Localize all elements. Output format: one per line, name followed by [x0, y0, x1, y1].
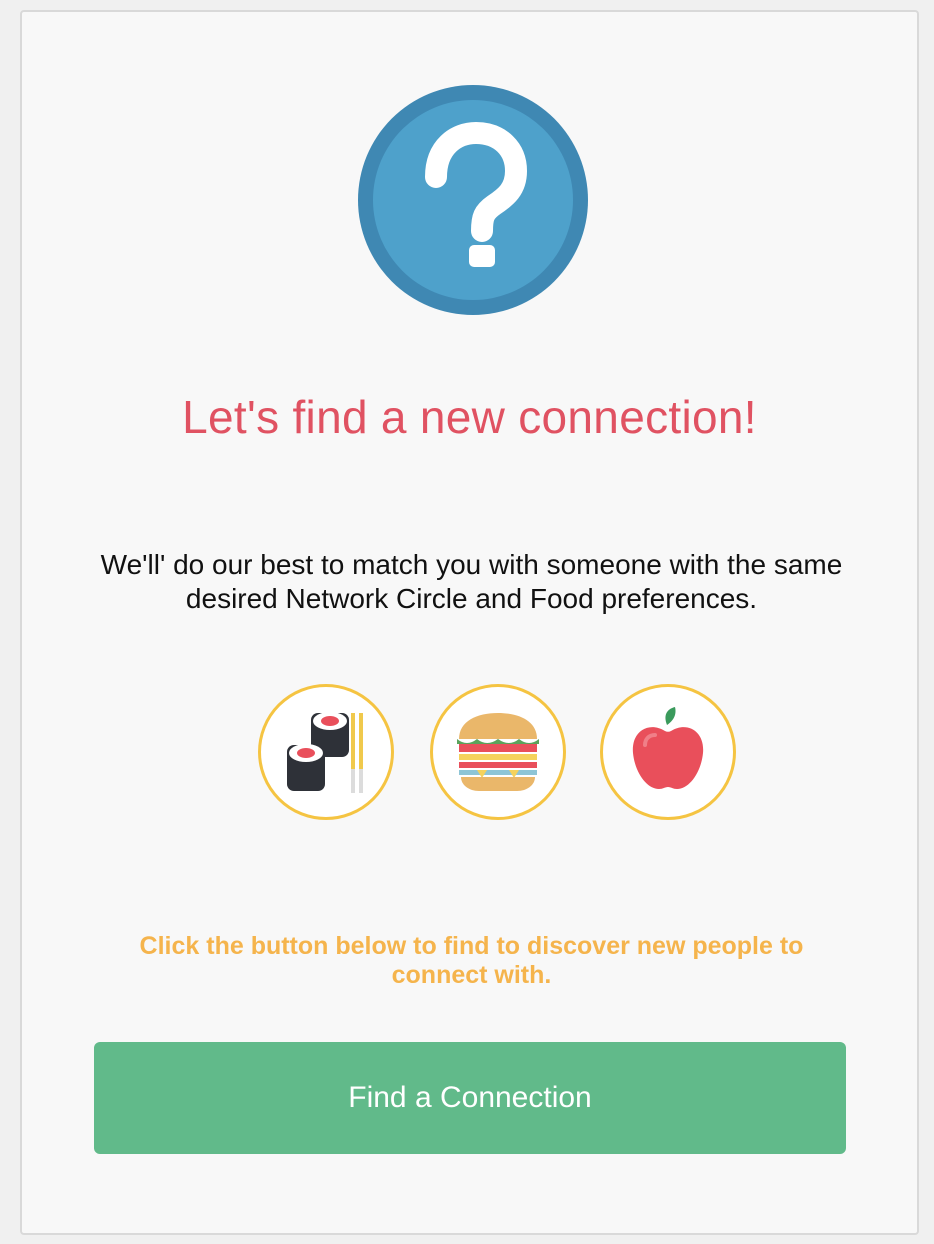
food-preferences-row: [258, 684, 738, 820]
apple-icon: [600, 684, 736, 820]
hint-text: Click the button below to find to discov…: [139, 932, 804, 989]
connection-card: Let's find a new connection! We'll' do o…: [20, 10, 919, 1235]
sushi-icon: [258, 684, 394, 820]
find-connection-button[interactable]: Find a Connection: [94, 1042, 846, 1154]
question-mark-icon: [358, 85, 588, 315]
description-text: We'll' do our best to match you with som…: [100, 549, 843, 614]
burger-icon: [430, 684, 566, 820]
page-title: Let's find a new connection!: [182, 391, 757, 443]
